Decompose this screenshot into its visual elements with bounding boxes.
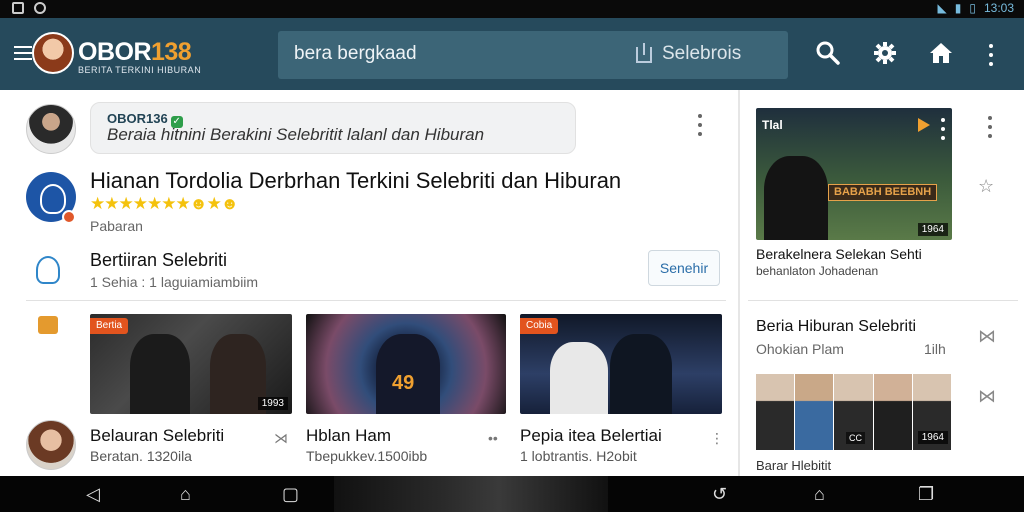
bookmark-icon[interactable]: ⋈ [978, 386, 996, 407]
clock: 13:03 [983, 1, 1014, 15]
featured-video-thumbnail[interactable]: Tlal BABABH BEEBNH 1964 [756, 108, 952, 240]
post-card[interactable]: OBOR136 ✓ Beraia hitnini Berakini Selebri… [90, 102, 576, 154]
featured-label: Tlal [762, 118, 783, 132]
video-tag: Bertia [90, 318, 129, 334]
status-bar: ◣ ▮ ▯ 13:03 [0, 0, 1024, 18]
video-duration: 1964 [917, 223, 948, 236]
post-author-avatar[interactable] [26, 104, 76, 154]
back-icon[interactable]: ◁ [86, 485, 100, 503]
menu-icon[interactable] [14, 46, 32, 60]
video-title[interactable]: Hblan Ham [306, 426, 391, 446]
divider [748, 300, 1018, 301]
signal-icon: ▮ [954, 1, 962, 15]
wifi-icon: ◣ [937, 1, 947, 15]
video-meta: Tbepukkev.1500ibb [306, 448, 428, 464]
search-icon[interactable] [814, 40, 842, 68]
brand-number: 138 [151, 38, 192, 66]
more-options-icon[interactable] [988, 44, 994, 66]
video-thumbnail[interactable]: 49 [306, 314, 506, 414]
channel-subtitle: Pabaran [90, 218, 143, 234]
home-nav-icon[interactable]: ⌂ [814, 485, 825, 503]
star-icon[interactable]: ☆ [978, 176, 994, 197]
brand-tagline: BERITA TERKINI HIBURAN [78, 65, 202, 75]
divider [26, 300, 726, 301]
app-bar: OBOR138 BERITA TERKINI HIBURAN bera berg… [0, 18, 1024, 90]
video-title[interactable]: Pepia itea Belertiai [520, 426, 662, 446]
video-title[interactable]: Belauran Selebriti [90, 426, 224, 446]
category-icon [36, 256, 60, 284]
bookmark-icon[interactable]: ⋈ [978, 326, 996, 347]
group-video-thumbnail[interactable]: CC 1964 [756, 374, 952, 450]
thumbnail-more-icon[interactable] [940, 118, 946, 140]
more-dots-icon[interactable]: •• [488, 430, 498, 446]
rotate-icon[interactable]: ↺ [712, 485, 727, 503]
recents-icon[interactable]: ❐ [918, 485, 934, 503]
section-subtitle: Ohokian Plam [756, 341, 844, 357]
captions-icon: CC [846, 432, 865, 444]
play-icon[interactable] [918, 118, 930, 132]
video-tag: Cobia [520, 318, 559, 334]
sync-icon [34, 2, 46, 14]
profile-avatar[interactable] [32, 32, 74, 74]
thumbnail-overlay-text: BABABH BEEBNH [828, 184, 938, 201]
category-action-button[interactable]: Senehir [648, 250, 720, 286]
rating-stars: ★★★★★★★☻★☻ [90, 194, 239, 213]
post-text: Beraia hitnini Berakini Selebritit lalan… [107, 125, 485, 144]
video-meta: Beratan. 1320ila [90, 448, 192, 464]
live-badge-icon [62, 210, 76, 224]
nav-background-preview [334, 476, 608, 512]
notification-icon [12, 2, 24, 14]
featured-video-title[interactable]: Berakelnera Selekan Sehti [756, 246, 922, 262]
side-more-icon[interactable] [987, 116, 993, 138]
section-count: 1ilh [924, 341, 946, 357]
video-thumbnail[interactable]: Bertia 1993 [90, 314, 292, 414]
box-icon [38, 316, 58, 334]
video-meta: 1 lobtrantis. H2obit [520, 448, 637, 464]
share-icon[interactable]: ⋊ [274, 430, 288, 447]
search-input[interactable]: bera bergkaad [294, 43, 417, 65]
category-title[interactable]: Bertiiran Selebriti [90, 250, 227, 271]
system-nav-bar: ◁ ⌂ ▢ ↺ ⌂ ❐ [0, 476, 1024, 512]
featured-video-subtitle: behanlaton Johadenan [756, 264, 879, 278]
post-more-icon[interactable] [697, 114, 703, 136]
main-feed: OBOR136 ✓ Beraia hitnini Berakini Selebri… [0, 90, 736, 476]
home-icon[interactable] [927, 40, 955, 68]
post-handle[interactable]: OBOR136 [107, 111, 168, 126]
search-bar[interactable]: bera bergkaad Selebrois [278, 31, 788, 79]
brand-title: OBOR [78, 38, 152, 66]
gear-icon[interactable] [871, 40, 899, 68]
video-duration: 1993 [257, 397, 288, 410]
group-video-title[interactable]: Barar Hlebitit [756, 458, 831, 473]
more-options-icon[interactable]: ⋮ [710, 430, 724, 447]
video-author-avatar[interactable] [26, 420, 76, 470]
channel-title[interactable]: Hianan Tordolia Derbrhan Terkini Selebri… [90, 168, 621, 194]
video-thumbnail[interactable]: Cobia [520, 314, 722, 414]
video-duration: 1964 [917, 431, 948, 444]
category-subtitle: 1 Sehia : 1 laguiamiambiim [90, 274, 259, 290]
brand-logo[interactable]: OBOR138 BERITA TERKINI HIBURAN [78, 38, 201, 75]
home-nav-icon[interactable]: ⌂ [180, 485, 191, 503]
side-panel: Tlal BABABH BEEBNH 1964 ☆ Berakelnera Se… [738, 90, 1024, 476]
section-title[interactable]: Beria Hiburan Selebriti [756, 318, 916, 336]
search-category[interactable]: Selebrois [662, 43, 741, 65]
battery-icon: ▯ [969, 1, 976, 15]
recents-icon[interactable]: ▢ [282, 485, 299, 503]
upload-icon[interactable] [636, 43, 652, 63]
